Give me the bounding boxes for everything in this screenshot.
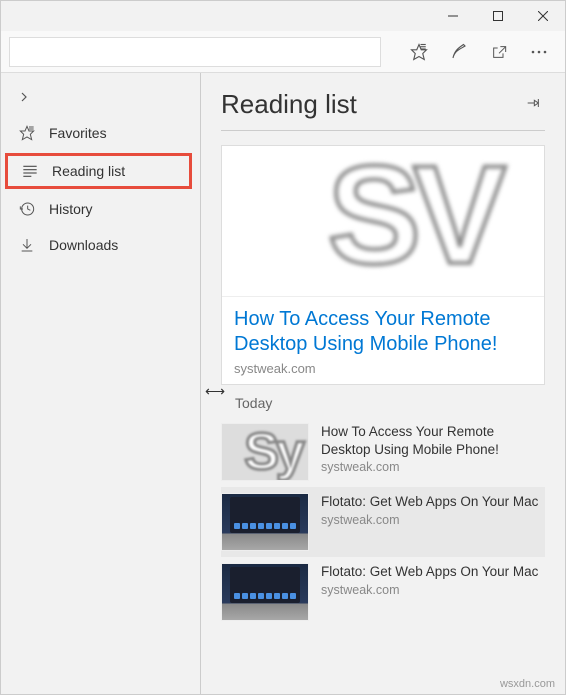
sidebar-item-downloads[interactable]: Downloads xyxy=(1,227,200,263)
share-icon[interactable] xyxy=(481,34,517,70)
main-panel: Reading list SV How To Access Your Remot… xyxy=(201,73,565,694)
expand-icon[interactable] xyxy=(1,81,200,115)
list-item-title: Flotato: Get Web Apps On Your Mac xyxy=(321,563,545,581)
pin-icon[interactable] xyxy=(525,95,545,115)
favorites-star-icon[interactable] xyxy=(401,34,437,70)
featured-thumbnail: SV xyxy=(222,146,544,296)
maximize-button[interactable] xyxy=(475,1,520,31)
list-item[interactable]: Flotato: Get Web Apps On Your Mac systwea… xyxy=(221,487,545,557)
list-thumbnail xyxy=(221,563,309,621)
reading-list-items: Sy How To Access Your Remote Desktop Usin… xyxy=(221,417,545,627)
list-item-source: systweak.com xyxy=(321,583,545,597)
watermark: wsxdn.com xyxy=(500,678,555,690)
list-item-source: systweak.com xyxy=(321,513,545,527)
more-icon[interactable] xyxy=(521,34,557,70)
toolbar xyxy=(1,31,565,73)
list-item[interactable]: Flotato: Get Web Apps On Your Mac systwea… xyxy=(221,557,545,627)
sidebar-item-reading-list[interactable]: Reading list xyxy=(5,153,192,189)
hub-sidebar: Favorites Reading list History Downloads xyxy=(1,73,201,694)
pen-icon[interactable] xyxy=(441,34,477,70)
list-thumbnail xyxy=(221,493,309,551)
sidebar-item-label: History xyxy=(49,201,93,217)
titlebar xyxy=(1,1,565,31)
featured-title: How To Access Your Remote Desktop Using … xyxy=(234,307,532,357)
sidebar-item-label: Reading list xyxy=(52,163,125,179)
history-icon xyxy=(19,201,35,217)
list-item[interactable]: Sy How To Access Your Remote Desktop Usin… xyxy=(221,417,545,487)
sidebar-item-history[interactable]: History xyxy=(1,191,200,227)
page-title: Reading list xyxy=(221,89,357,120)
featured-article[interactable]: SV How To Access Your Remote Desktop Usi… xyxy=(221,145,545,385)
sidebar-item-label: Downloads xyxy=(49,237,118,253)
featured-source: systweak.com xyxy=(234,361,532,376)
list-thumbnail: Sy xyxy=(221,423,309,481)
sidebar-item-label: Favorites xyxy=(49,125,107,141)
close-button[interactable] xyxy=(520,1,565,31)
list-item-source: systweak.com xyxy=(321,460,545,474)
reading-list-icon xyxy=(22,163,38,179)
resize-cursor-icon: ⟷ xyxy=(205,383,225,400)
star-icon xyxy=(19,125,35,141)
address-bar[interactable] xyxy=(9,37,381,67)
download-icon xyxy=(19,237,35,253)
section-label: Today xyxy=(235,395,545,411)
minimize-button[interactable] xyxy=(430,1,475,31)
sidebar-item-favorites[interactable]: Favorites xyxy=(1,115,200,151)
list-item-title: Flotato: Get Web Apps On Your Mac xyxy=(321,493,545,511)
list-item-title: How To Access Your Remote Desktop Using … xyxy=(321,423,545,458)
